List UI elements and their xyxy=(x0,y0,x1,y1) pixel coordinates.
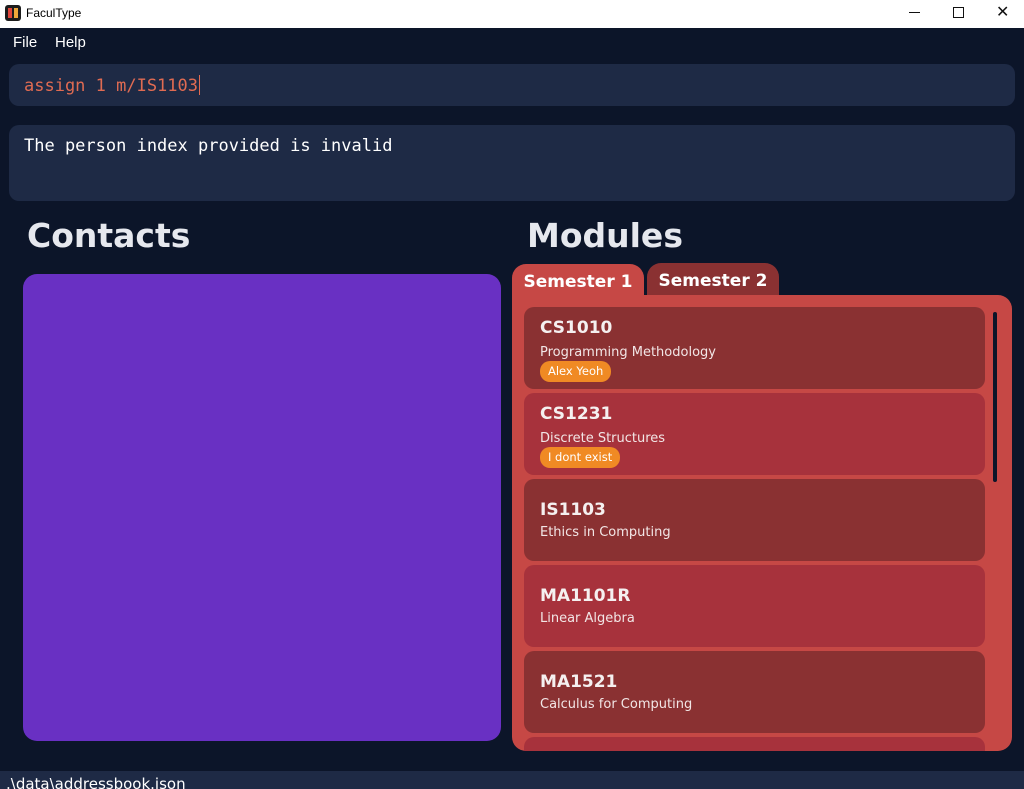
status-bar: .\data\addressbook.json xyxy=(0,771,1024,789)
module-name: Discrete Structures xyxy=(540,431,666,446)
menu-file[interactable]: File xyxy=(13,34,37,51)
module-name: Linear Algebra xyxy=(540,611,635,626)
command-input[interactable]: assign 1 m/IS1103 xyxy=(24,75,200,96)
command-box[interactable]: assign 1 m/IS1103 xyxy=(9,64,1015,106)
modules-scrollbar[interactable] xyxy=(993,312,997,482)
menu-help[interactable]: Help xyxy=(55,34,86,51)
modules-list-panel[interactable]: CS1010 Programming Methodology Alex Yeoh… xyxy=(512,295,1012,751)
module-card[interactable]: CS1231 Discrete Structures I dont exist xyxy=(524,393,985,475)
maximize-button[interactable] xyxy=(935,0,981,28)
module-code: CS1010 xyxy=(540,318,613,338)
title-bar: FaculType ✕ xyxy=(0,0,1024,28)
text-caret xyxy=(199,75,200,95)
module-card[interactable]: MA1521 Calculus for Computing xyxy=(524,651,985,733)
contacts-heading: Contacts xyxy=(27,216,191,255)
module-code: IS1103 xyxy=(540,500,606,520)
contacts-list-panel[interactable] xyxy=(23,274,501,741)
module-card[interactable]: MA1101R Linear Algebra xyxy=(524,565,985,647)
menu-bar: File Help xyxy=(0,28,1024,56)
assigned-person-tag: I dont exist xyxy=(540,447,621,468)
module-name: Programming Methodology xyxy=(540,345,716,360)
module-code: MA1101R xyxy=(540,586,631,606)
module-name: Calculus for Computing xyxy=(540,697,693,712)
modules-heading: Modules xyxy=(527,216,683,255)
maximize-icon xyxy=(953,7,964,18)
module-card[interactable]: IS1103 Ethics in Computing xyxy=(524,479,985,561)
module-code: CS1231 xyxy=(540,404,613,424)
save-file-path: .\data\addressbook.json xyxy=(6,775,186,789)
command-text: assign 1 m/IS1103 xyxy=(24,76,198,96)
close-icon: ✕ xyxy=(996,2,1010,21)
minimize-icon xyxy=(909,12,920,13)
module-card[interactable]: CS1010 Programming Methodology Alex Yeoh xyxy=(524,307,985,389)
result-message: The person index provided is invalid xyxy=(24,136,393,156)
minimize-button[interactable] xyxy=(891,0,937,28)
tab-semester-2[interactable]: Semester 2 xyxy=(647,263,779,299)
window-title: FaculType xyxy=(26,6,82,20)
module-card-partial[interactable] xyxy=(524,737,985,751)
app-icon xyxy=(5,5,21,21)
close-button[interactable]: ✕ xyxy=(980,0,1024,28)
module-name: Ethics in Computing xyxy=(540,525,671,540)
module-code: MA1521 xyxy=(540,672,618,692)
result-display: The person index provided is invalid xyxy=(9,125,1015,201)
assigned-person-tag: Alex Yeoh xyxy=(540,361,612,382)
